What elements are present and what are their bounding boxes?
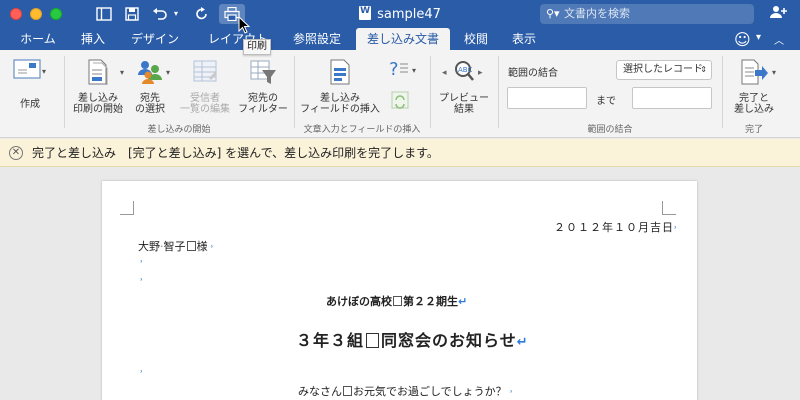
tab-review[interactable]: 校閲 — [456, 28, 496, 50]
tab-mailings[interactable]: 差し込み文書 — [356, 28, 450, 50]
feedback-smiley-icon[interactable]: ☺ — [734, 30, 751, 49]
range-record-select[interactable]: 選択したレコード ⇕ — [616, 60, 712, 80]
finish-merge-dropdown-icon[interactable]: ▾ — [772, 68, 776, 77]
crop-mark — [662, 201, 676, 215]
ribbon-separator — [498, 56, 499, 128]
feedback-dropdown-icon[interactable]: ▾ — [756, 32, 761, 43]
mail-merge-document-icon — [68, 58, 128, 89]
range-merge-label: 範囲の結合 — [508, 68, 558, 79]
mouse-cursor-icon — [238, 15, 251, 37]
recipient-list-table-icon — [178, 58, 232, 89]
select-recipients-button[interactable]: 宛先 の選択 — [128, 58, 172, 115]
group-label-insert-fields: 文章入力とフィールドの挿入 — [303, 125, 421, 135]
svg-text:?: ? — [389, 59, 399, 80]
date-line: ２０１２年１０月吉日˒ — [554, 221, 679, 234]
message-bar: ✕ 完了と差し込み [完了と差し込み] を選んで、差し込み印刷を完了します。 — [0, 139, 800, 167]
select-stepper-icon: ⇕ — [700, 65, 707, 74]
start-mail-merge-button[interactable]: 差し込み 印刷の開始 — [68, 58, 128, 115]
start-merge-dropdown-icon[interactable]: ▾ — [120, 68, 124, 77]
ribbon-separator — [64, 56, 65, 128]
range-to-label: まで — [596, 96, 616, 107]
finish-and-merge-button[interactable]: 完了と 差し込み — [726, 58, 782, 115]
rules-button[interactable]: ? — [386, 58, 414, 83]
rules-dropdown-icon[interactable]: ▾ — [412, 66, 416, 75]
title-bar: ▾ sample47 ⚲▾ 文書内を検索 — [0, 0, 800, 28]
select-recipients-dropdown-icon[interactable]: ▾ — [166, 68, 170, 77]
filter-funnel-icon — [236, 58, 290, 89]
document-page[interactable]: ２０１２年１０月吉日˒ 大野·智子様 ˒ ˒ ˒ あけぼの高校 第２２期生↵ ３年… — [102, 181, 697, 400]
tab-design[interactable]: デザイン — [120, 28, 190, 50]
edit-recipient-list-button[interactable]: 受信者 一覧の編集 — [178, 58, 232, 115]
organization-line: あけぼの高校 第２２期生↵ — [326, 295, 468, 308]
svg-text:ABC: ABC — [458, 66, 472, 74]
document-search-input[interactable]: ⚲▾ 文書内を検索 — [540, 4, 754, 24]
preview-magnifier-icon: ◂ ABC ▸ — [436, 58, 492, 89]
print-tooltip: 印刷 — [243, 39, 271, 55]
ribbon-separator — [722, 56, 723, 128]
close-message-icon[interactable]: ✕ — [9, 146, 23, 160]
range-end-field[interactable] — [632, 87, 712, 109]
group-label-range-merge: 範囲の結合 — [587, 125, 633, 135]
group-label-start-merge: 差し込みの開始 — [147, 125, 211, 135]
envelope-icon: ▾ — [6, 58, 54, 85]
filter-recipients-button[interactable]: 宛先の フィルター — [236, 58, 290, 115]
message-text: 完了と差し込み [完了と差し込み] を選んで、差し込み印刷を完了します。 — [32, 146, 439, 160]
crop-mark — [120, 201, 134, 215]
greeting-line: みなさん お元気でお過ごしでしょうか？ ˒ — [298, 385, 513, 398]
recipient-line: 大野·智子様 ˒ — [138, 240, 214, 253]
tab-insert[interactable]: 挿入 — [74, 28, 112, 50]
ribbon-tabs: ホーム 挿入 デザイン レイアウト 参照設定 差し込み文書 校閲 表示 ☺ ▾ … — [0, 28, 800, 50]
ribbon-separator — [294, 56, 295, 128]
document-heading: ３年３組 同窓会のお知らせ↵ — [296, 331, 529, 350]
tab-view[interactable]: 表示 — [504, 28, 544, 50]
update-labels-icon — [388, 90, 412, 113]
insert-merge-field-button[interactable]: 差し込み フィールドの挿入 — [298, 58, 382, 115]
update-labels-button[interactable] — [388, 90, 412, 113]
merge-field-document-icon — [298, 58, 382, 89]
preview-results-button[interactable]: ◂ ABC ▸ プレビュー 結果 — [436, 58, 492, 115]
svg-text:◂: ◂ — [442, 68, 447, 78]
create-button[interactable]: ▾ 作成 — [6, 58, 54, 110]
svg-text:▸: ▸ — [478, 68, 483, 78]
word-document-icon — [359, 6, 372, 20]
empty-paragraph-mark: ˒ — [140, 367, 144, 378]
rules-question-icon: ? — [386, 58, 414, 83]
ribbon-separator — [430, 56, 431, 128]
tab-references[interactable]: 参照設定 — [284, 28, 350, 50]
search-icon: ⚲▾ — [546, 7, 560, 20]
empty-paragraph-mark: ˒ — [140, 257, 144, 268]
share-user-icon[interactable] — [770, 5, 788, 23]
empty-paragraph-mark: ˒ — [140, 275, 144, 286]
ribbon: ▾ 作成 差し込み 印刷の開始 ▾ 宛先 の選択 ▾ 受信者 一覧の編集 宛先の… — [0, 50, 800, 138]
group-label-finish: 完了 — [744, 125, 763, 135]
collapse-ribbon-icon[interactable]: ︿ — [774, 32, 784, 47]
range-start-field[interactable] — [507, 87, 587, 109]
tab-home[interactable]: ホーム — [10, 28, 66, 50]
